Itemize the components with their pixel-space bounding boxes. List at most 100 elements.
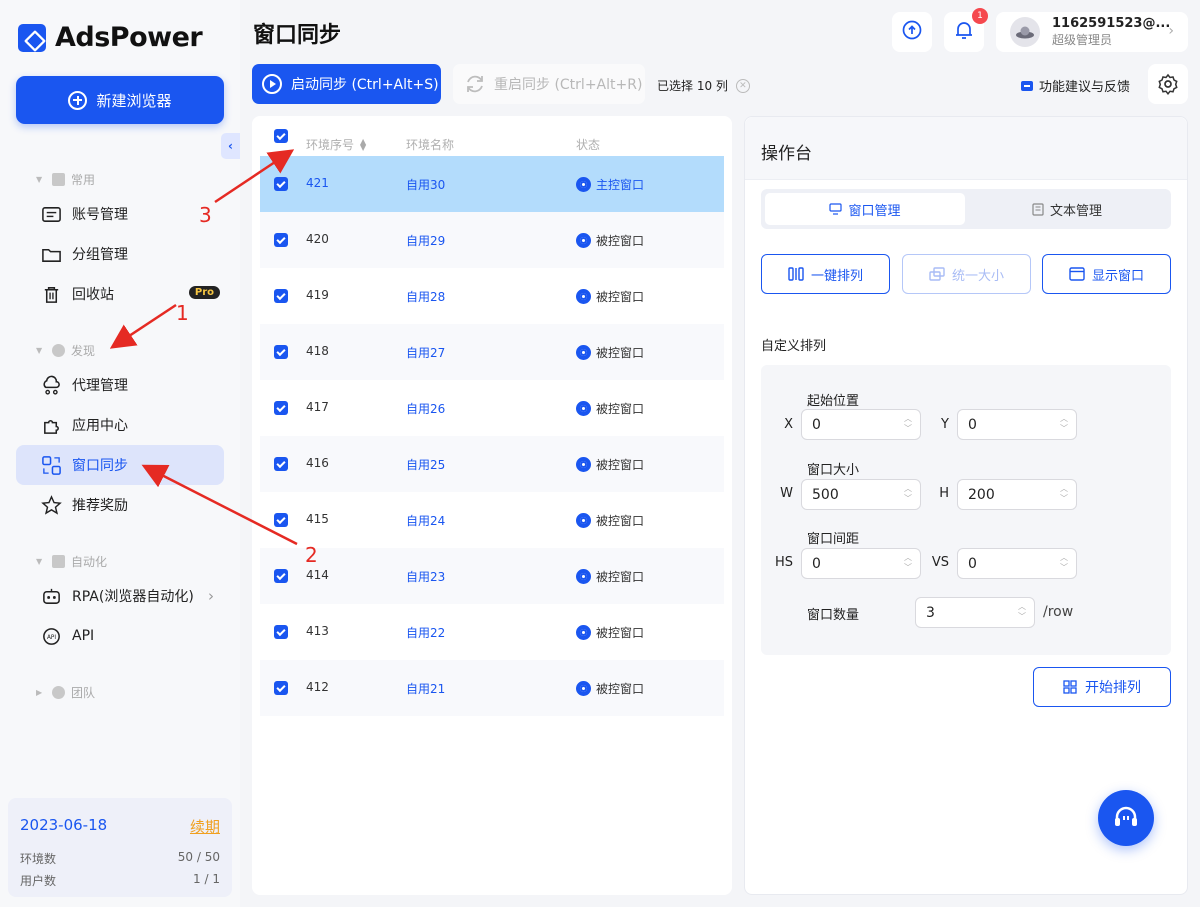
sidebar-item-api[interactable]: API API (16, 616, 224, 656)
window-count-input[interactable]: 3 ︿ ﹀ (915, 597, 1035, 628)
resize-icon (929, 267, 945, 281)
select-all-checkbox[interactable] (274, 129, 288, 143)
section-common-label: 常用 (71, 173, 96, 187)
sidebar: AdsPower 新建浏览器 ‹ ▼ 常用 账号管理 分组管理 回收站 Pro … (0, 0, 240, 907)
table-row[interactable]: 414 自用23 被控窗口 (260, 548, 724, 604)
collapse-sidebar-button[interactable]: ‹ (221, 133, 240, 159)
table-row[interactable]: 419 自用28 被控窗口 (260, 268, 724, 324)
new-browser-button[interactable]: 新建浏览器 (16, 76, 224, 124)
w-label: W (780, 486, 793, 501)
vs-input[interactable]: 0 ︿ ﹀ (957, 548, 1077, 579)
table-row[interactable]: 421 自用30 主控窗口 (260, 156, 724, 212)
start-sync-button[interactable]: 启动同步 (Ctrl+Alt+S) (252, 64, 441, 104)
sidebar-item-proxy[interactable]: 代理管理 (16, 365, 224, 405)
row-status-label: 被控窗口 (596, 626, 645, 640)
row-checkbox[interactable] (274, 513, 288, 527)
row-checkbox[interactable] (274, 177, 288, 191)
w-input[interactable]: 500 ︿ ﹀ (801, 479, 921, 510)
row-status-label: 被控窗口 (596, 682, 645, 696)
unify-size-button[interactable]: 统一大小 (902, 254, 1031, 294)
section-team[interactable]: ▶ 团队 (36, 684, 95, 701)
user-role: 超级管理员 (1052, 32, 1113, 47)
tab-text-management[interactable]: 文本管理 (967, 193, 1167, 225)
sidebar-item-account[interactable]: 账号管理 (16, 194, 224, 234)
table-row[interactable]: 412 自用21 被控窗口 (260, 660, 724, 716)
env-count-value: 50 / 50 (177, 850, 220, 864)
feedback-link[interactable]: 功能建议与反馈 (1021, 76, 1130, 95)
start-arrange-button[interactable]: 开始排列 (1033, 667, 1171, 707)
row-checkbox[interactable] (274, 289, 288, 303)
custom-arrange-form: 起始位置 X 0 ︿ ﹀ Y 0 ︿ ﹀ 窗口大小 W 500 ︿ ﹀ H 200 ︿… (761, 365, 1171, 655)
settings-button[interactable] (1148, 64, 1188, 104)
sidebar-item-rewards[interactable]: 推荐奖励 (16, 485, 224, 525)
spinner-icon[interactable]: ︿ ﹀ (1018, 602, 1026, 622)
h-input[interactable]: 200 ︿ ﹀ (957, 479, 1077, 510)
row-checkbox[interactable] (274, 233, 288, 247)
selected-info: 已选择 10 列 ✕ (657, 77, 750, 94)
column-header-id[interactable]: 环境序号 ▲ ▼ (306, 136, 366, 153)
caret-down-icon: ▼ (36, 175, 43, 184)
row-name: 自用25 (406, 458, 446, 472)
one-click-arrange-button[interactable]: 一键排列 (761, 254, 890, 294)
renew-link[interactable]: 续期 (190, 816, 220, 837)
section-discover-label: 发现 (71, 344, 96, 358)
sidebar-item-label: 代理管理 (72, 378, 128, 394)
row-checkbox[interactable] (274, 681, 288, 695)
section-discover[interactable]: ▼ 发现 (36, 342, 95, 359)
table-row[interactable]: 416 自用25 被控窗口 (260, 436, 724, 492)
table-row[interactable]: 415 自用24 被控窗口 (260, 492, 724, 548)
per-row-unit: /row (1043, 604, 1074, 620)
restart-sync-button[interactable]: 重启同步 (Ctrl+Alt+R) (453, 64, 645, 104)
y-value: 0 (968, 416, 977, 433)
row-checkbox[interactable] (274, 457, 288, 471)
spinner-icon[interactable]: ︿ ﹀ (904, 553, 912, 573)
sidebar-item-label: 分组管理 (72, 247, 128, 263)
row-checkbox[interactable] (274, 401, 288, 415)
sidebar-item-app-center[interactable]: 应用中心 (16, 405, 224, 445)
spinner-icon[interactable]: ︿ ﹀ (1060, 414, 1068, 434)
sidebar-item-label: 账号管理 (72, 207, 128, 223)
start-position-label: 起始位置 (807, 394, 860, 409)
notification-button[interactable]: 1 (944, 8, 988, 52)
row-status-label: 被控窗口 (596, 234, 645, 248)
table-row[interactable]: 417 自用26 被控窗口 (260, 380, 724, 436)
table-row[interactable]: 418 自用27 被控窗口 (260, 324, 724, 380)
document-icon (1032, 202, 1044, 216)
user-menu[interactable]: 1162591523@... 超级管理员 › (996, 12, 1188, 52)
clear-selection-icon[interactable]: ✕ (735, 78, 750, 93)
table-row[interactable]: 420 自用29 被控窗口 (260, 212, 724, 268)
environment-table: 环境序号 ▲ ▼ 环境名称 状态 421 自用30 主控窗口 420 自用29 被… (252, 116, 732, 895)
row-status: 被控窗口 (576, 232, 644, 249)
play-icon (262, 74, 282, 94)
show-windows-button[interactable]: 显示窗口 (1042, 254, 1171, 294)
row-status: 被控窗口 (576, 624, 644, 641)
sidebar-item-rpa[interactable]: RPA(浏览器自动化) › (16, 576, 224, 616)
tab-window-management[interactable]: 窗口管理 (765, 193, 965, 225)
spinner-icon[interactable]: ︿ ﹀ (1060, 553, 1068, 573)
hs-input[interactable]: 0 ︿ ﹀ (801, 548, 921, 579)
sidebar-item-trash[interactable]: 回收站 Pro (16, 274, 224, 314)
y-input[interactable]: 0 ︿ ﹀ (957, 409, 1077, 440)
row-checkbox[interactable] (274, 569, 288, 583)
section-automation[interactable]: ▼ 自动化 (36, 553, 107, 570)
spinner-icon[interactable]: ︿ ﹀ (1060, 484, 1068, 504)
customer-support-button[interactable] (1098, 790, 1154, 846)
x-input[interactable]: 0 ︿ ﹀ (801, 409, 921, 440)
folder-icon (40, 243, 62, 265)
row-checkbox[interactable] (274, 345, 288, 359)
sidebar-item-groups[interactable]: 分组管理 (16, 234, 224, 274)
spinner-icon[interactable]: ︿ ﹀ (904, 414, 912, 434)
window-count-label: 窗口数量 (807, 608, 860, 623)
chrome-icon (576, 681, 591, 696)
row-checkbox[interactable] (274, 625, 288, 639)
spinner-icon[interactable]: ︿ ﹀ (904, 484, 912, 504)
logo[interactable]: AdsPower (18, 22, 203, 53)
sidebar-item-label: 回收站 (72, 287, 114, 303)
upload-sync-button[interactable] (892, 12, 932, 52)
sidebar-item-window-sync[interactable]: 窗口同步 (16, 445, 224, 485)
table-row[interactable]: 413 自用22 被控窗口 (260, 604, 724, 660)
row-id: 420 (306, 232, 329, 246)
user-name: 1162591523@... (1052, 16, 1171, 32)
section-common[interactable]: ▼ 常用 (36, 171, 95, 188)
row-status: 被控窗口 (576, 400, 644, 417)
